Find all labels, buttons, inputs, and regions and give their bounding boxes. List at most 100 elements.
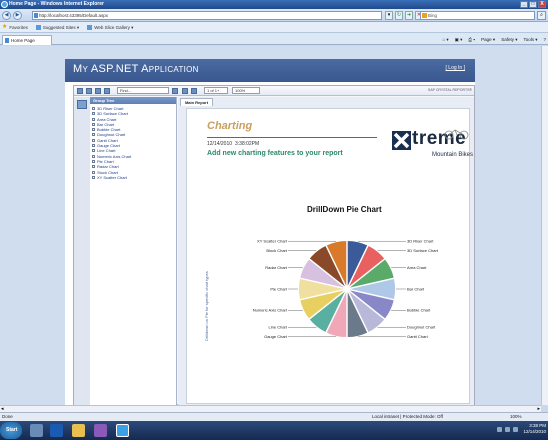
- first-page-icon[interactable]: [182, 88, 188, 94]
- explorer-icon[interactable]: [72, 424, 85, 437]
- crystal-report-viewer: Find... 1 of 1+ 100% SAP CRYSTAL REPORTS…: [73, 85, 475, 405]
- server-manager-icon[interactable]: [30, 424, 43, 437]
- expand-icon[interactable]: [92, 107, 95, 110]
- report-time: 3:38:02PM: [235, 141, 260, 147]
- zoom-level[interactable]: 100%: [510, 413, 522, 421]
- pie-slice-label: Bar Chart: [407, 286, 425, 291]
- favorites-button[interactable]: ★ Favorites: [2, 22, 28, 32]
- expand-icon[interactable]: [92, 149, 95, 153]
- group-tree-item-label: 3D Riser Chart: [97, 106, 124, 111]
- suggested-sites-icon: [35, 24, 41, 30]
- xtreme-logo: treme Mountain Bikes: [392, 128, 517, 170]
- forward-button[interactable]: ▶: [13, 11, 22, 20]
- clock-date: 12/14/2010: [523, 429, 546, 434]
- compatibility-icon[interactable]: ▾: [385, 11, 393, 20]
- expand-icon[interactable]: [92, 138, 95, 142]
- group-tree-item-label: Radar Chart: [97, 164, 119, 170]
- expand-icon[interactable]: [92, 165, 95, 169]
- home-icon[interactable]: ⌂ ▾: [442, 35, 448, 44]
- expand-icon[interactable]: [92, 144, 95, 148]
- page-indicator[interactable]: 1 of 1+: [204, 87, 228, 94]
- group-tree-icon[interactable]: [77, 100, 87, 109]
- browser-viewport: My ASP.NET Application [ Log In ] Find..…: [0, 46, 541, 405]
- security-zone[interactable]: Local intranet | Protected Mode: Off: [372, 413, 443, 421]
- group-tree-item-label: Stock Chart: [97, 169, 118, 175]
- expand-icon[interactable]: [92, 133, 95, 137]
- login-link[interactable]: [ Log In ]: [446, 65, 465, 71]
- volume-icon[interactable]: [505, 427, 510, 432]
- internet-explorer-icon[interactable]: [116, 424, 129, 437]
- refresh-icon[interactable]: ↻: [395, 11, 403, 20]
- status-text: Done: [2, 414, 13, 419]
- window-title: Home Page - Windows Internet Explorer: [9, 1, 104, 7]
- expand-icon[interactable]: [92, 117, 95, 121]
- export-icon[interactable]: [77, 88, 83, 94]
- print-icon[interactable]: [86, 88, 92, 94]
- page-menu[interactable]: Page ▾: [481, 35, 495, 44]
- search-icon[interactable]: [172, 88, 178, 94]
- favorites-item-web-slice-gallery[interactable]: Web Slice Gallery ▾: [87, 22, 133, 32]
- go-icon[interactable]: ➜: [405, 11, 413, 20]
- tab-main-report[interactable]: Main Report: [180, 98, 213, 106]
- group-tree-item-label: Line Chart: [97, 148, 116, 154]
- page-icon: [5, 38, 9, 43]
- expand-icon[interactable]: [92, 154, 95, 158]
- window-title-bar: Home Page - Windows Internet Explorer _ …: [0, 0, 548, 9]
- logo-x-mark: [392, 131, 411, 150]
- flag-icon[interactable]: [513, 427, 518, 432]
- find-input[interactable]: Find...: [117, 87, 169, 94]
- search-input[interactable]: Bing: [420, 11, 535, 20]
- group-tree-item[interactable]: XY Scatter Chart: [92, 175, 131, 180]
- side-label-text: Drilldown on Pie for specific chart type…: [204, 271, 209, 341]
- address-field[interactable]: http://localhost:43395/Default.aspx: [32, 11, 382, 20]
- toggle-tree-icon[interactable]: [104, 88, 110, 94]
- pie-slice-label: XY Scatter Chart: [257, 239, 288, 244]
- expand-icon[interactable]: [92, 128, 95, 132]
- pie-slice-label: Block Chart: [266, 248, 288, 253]
- favorites-item-suggested-sites[interactable]: Suggested Sites ▾: [35, 22, 79, 32]
- pie-slice-label: Gauge Chart: [264, 334, 288, 339]
- horizontal-scrollbar[interactable]: ◂ ▸: [0, 405, 541, 412]
- back-button[interactable]: ◀: [2, 11, 11, 20]
- tab-home-page[interactable]: Home Page: [2, 35, 52, 45]
- sap-label: SAP CRYSTAL REPORTS®: [427, 88, 472, 92]
- help-icon[interactable]: ?: [543, 35, 546, 44]
- safety-menu[interactable]: Safety ▾: [501, 35, 517, 44]
- chart-title: DrillDown Pie Chart: [307, 205, 382, 214]
- maximize-button[interactable]: □: [529, 1, 537, 8]
- expand-icon[interactable]: [92, 170, 95, 174]
- feeds-icon[interactable]: ▣ ▾: [455, 35, 463, 44]
- powershell-icon[interactable]: [50, 424, 63, 437]
- tab-row: Home Page ⌂ ▾ ▣ ▾ ⎙ ▾ Page ▾ Safety ▾ To…: [0, 33, 548, 45]
- minimize-button[interactable]: _: [520, 1, 528, 8]
- pie-slice-label: Doughnut Chart: [407, 325, 436, 330]
- expand-icon[interactable]: [92, 175, 95, 179]
- print-icon[interactable]: ⎙ ▾: [468, 35, 475, 44]
- start-button[interactable]: Start: [0, 422, 22, 439]
- network-icon[interactable]: [497, 427, 502, 432]
- favorites-item-label: Web Slice Gallery ▾: [94, 24, 134, 30]
- vertical-scrollbar[interactable]: [541, 46, 548, 405]
- address-toolbar: ◀ ▶ http://localhost:43395/Default.aspx …: [0, 9, 548, 22]
- pie-slice-label: Area Chart: [407, 265, 427, 270]
- address-text: http://localhost:43395/Default.aspx: [39, 13, 109, 18]
- report-page: Charting 12/14/2010 3:38:02PM Add new ch…: [186, 108, 473, 404]
- pie-slice-label: Pie Chart: [270, 286, 288, 291]
- group-tree-item-label: XY Scatter Chart: [97, 174, 127, 180]
- group-tree-sidebar: [74, 97, 90, 405]
- expand-icon[interactable]: [92, 122, 95, 126]
- close-button[interactable]: X: [538, 1, 546, 8]
- search-icon[interactable]: ⌕: [537, 11, 546, 20]
- visual-studio-icon[interactable]: [94, 424, 107, 437]
- zoom-select[interactable]: 100%: [232, 87, 260, 94]
- tools-menu[interactable]: Tools ▾: [523, 35, 537, 44]
- expand-icon[interactable]: [92, 159, 95, 163]
- expand-icon[interactable]: [92, 112, 95, 116]
- clock[interactable]: 3:38 PM 12/14/2010: [523, 423, 546, 435]
- refresh-icon[interactable]: [95, 88, 101, 94]
- pie-chart[interactable]: 3D Riser Chart 3D Surface Chart Area Chart…: [237, 221, 457, 351]
- bike-icon: [444, 129, 469, 140]
- group-tree-item-label: Doughnut Chart: [97, 132, 126, 138]
- web-slice-icon: [87, 24, 93, 30]
- previous-page-icon[interactable]: [191, 88, 197, 94]
